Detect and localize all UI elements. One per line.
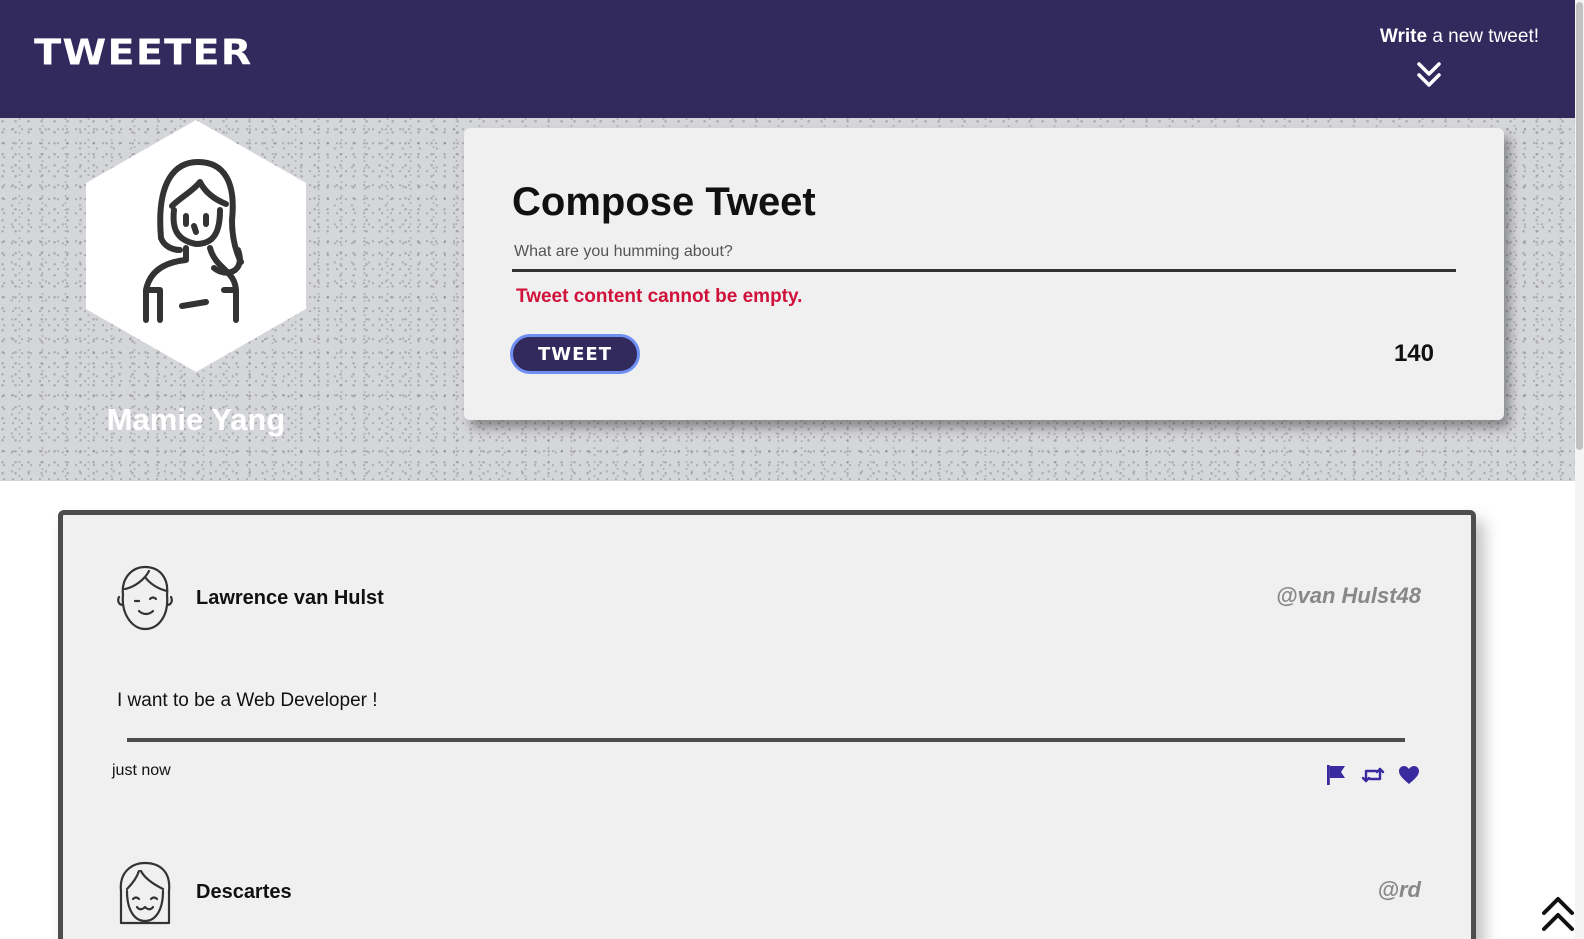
tweet-text-input[interactable]: [512, 234, 1456, 272]
tweet-author-handle: @van Hulst48: [1276, 583, 1421, 608]
woman-avatar-icon: [86, 120, 306, 372]
scrollbar-thumb[interactable]: [1576, 2, 1583, 450]
heart-icon[interactable]: [1397, 763, 1421, 787]
tweet-actions: [1325, 763, 1421, 787]
compose-tweet-card: Compose Tweet Tweet content cannot be em…: [464, 128, 1504, 420]
girl-avatar-icon: [119, 861, 171, 925]
double-chevron-down-icon[interactable]: [1414, 60, 1444, 90]
man-avatar-icon: [117, 565, 173, 631]
profile-name: Mamie Yang: [106, 402, 286, 437]
character-counter: 140: [1393, 340, 1434, 367]
tweet-timestamp: just now: [112, 762, 171, 779]
tweet-article: Lawrence van Hulst @van Hulst48 I want t…: [63, 515, 1471, 815]
tweet-author-handle: @rd: [1377, 877, 1421, 902]
tweet-body: I want to be a Web Developer !: [117, 690, 378, 711]
double-chevron-up-icon[interactable]: [1540, 893, 1576, 933]
write-new-tweet-label[interactable]: Write a new tweet!: [1319, 26, 1539, 48]
site-logo[interactable]: TWEETER: [34, 32, 252, 73]
tweet-submit-button[interactable]: TWEET: [510, 334, 640, 374]
compose-title: Compose Tweet: [512, 180, 816, 224]
tweet-divider: [127, 738, 1405, 742]
tweet-author-name: Descartes: [196, 881, 292, 903]
tweet-author-name: Lawrence van Hulst: [196, 587, 384, 609]
flag-icon[interactable]: [1325, 763, 1349, 787]
write-new-tweet-toggle[interactable]: Write a new tweet!: [1319, 26, 1539, 90]
navbar: TWEETER Write a new tweet!: [0, 0, 1575, 118]
tweet-article: Descartes @rd: [63, 815, 1471, 939]
tweet-feed: Lawrence van Hulst @van Hulst48 I want t…: [58, 510, 1476, 939]
retweet-icon[interactable]: [1361, 763, 1385, 787]
error-message: Tweet content cannot be empty.: [516, 286, 803, 307]
